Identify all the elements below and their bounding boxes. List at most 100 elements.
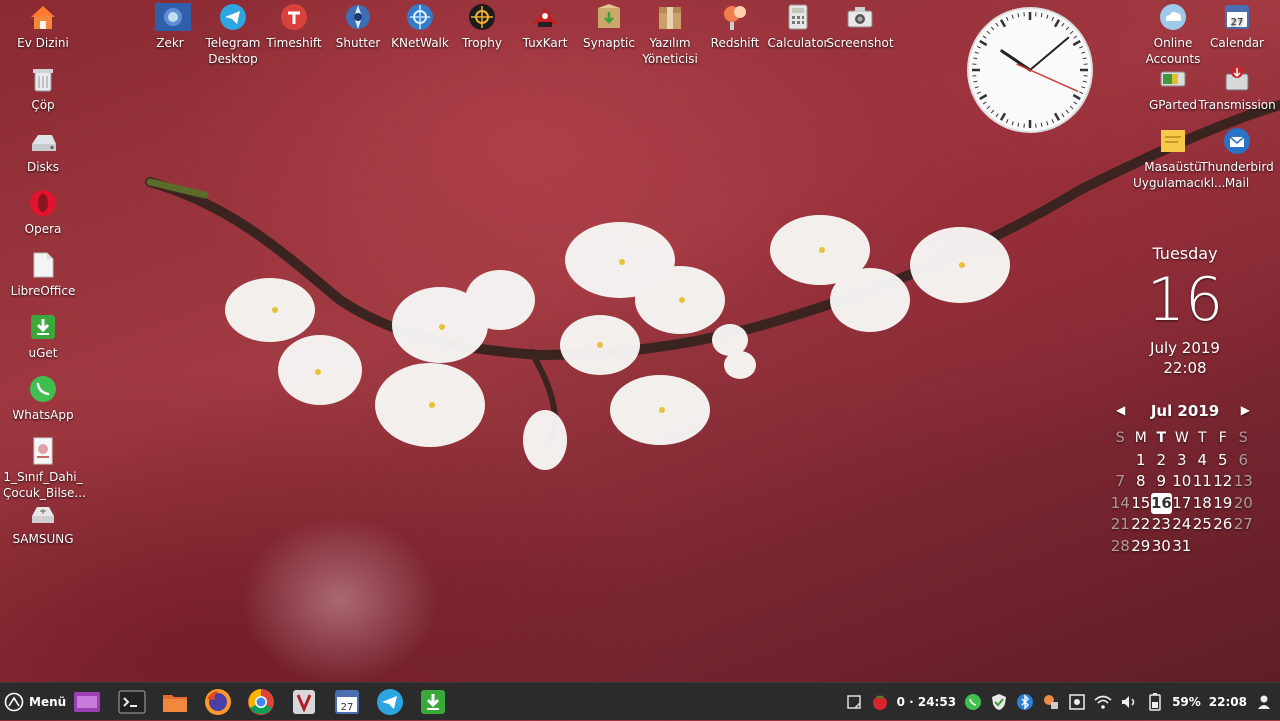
calendar-day[interactable]: 19	[1213, 493, 1234, 515]
svg-text:27: 27	[341, 702, 354, 713]
calendar-day[interactable]: 28	[1110, 536, 1131, 558]
calendar-header: ◀ Jul 2019 ▶	[1110, 402, 1260, 424]
taskbar-clock[interactable]: 22:08	[1209, 695, 1247, 709]
taskbar-launcher-firefox-icon[interactable]	[203, 687, 233, 717]
taskbar-launcher-telegram-icon[interactable]	[375, 687, 405, 717]
screenshot-tray-icon[interactable]	[1067, 692, 1087, 712]
calendar-day[interactable]: 30	[1151, 536, 1172, 558]
date-month-year: July 2019	[1110, 339, 1260, 357]
battery-icon[interactable]	[1145, 692, 1165, 712]
desktop-icon-whatsapp[interactable]: WhatsApp	[3, 374, 83, 423]
calendar-day[interactable]: 2	[1151, 450, 1172, 472]
date-time: 22:08	[1110, 359, 1260, 377]
calendar-day[interactable]: 5	[1213, 450, 1234, 472]
bluetooth-icon[interactable]	[1015, 692, 1035, 712]
pomodoro-timer[interactable]: 0 · 24:53	[897, 695, 956, 709]
whatsapp-tray-icon[interactable]	[963, 692, 983, 712]
calendar-day[interactable]: 6	[1233, 450, 1254, 472]
calendar-day[interactable]: 3	[1172, 450, 1193, 472]
user-icon[interactable]	[1254, 692, 1274, 712]
desktop-icon-drive[interactable]: SAMSUNG	[3, 498, 83, 547]
calendar-day[interactable]: 31	[1172, 536, 1193, 558]
calendar-weekday: M	[1131, 428, 1152, 450]
svg-text:27: 27	[1231, 17, 1244, 28]
volume-icon[interactable]	[1119, 692, 1139, 712]
taskbar-launcher-calendar-icon[interactable]: 27	[332, 687, 362, 717]
camera-icon	[845, 2, 875, 32]
desktop-icon-disks[interactable]: Disks	[3, 126, 83, 175]
calendar-day[interactable]: 26	[1213, 514, 1234, 536]
calendar-next-icon[interactable]: ▶	[1241, 403, 1250, 417]
desktop-icon-opera[interactable]: Opera	[3, 188, 83, 237]
gparted-icon	[1158, 64, 1188, 94]
desktop-icon-label: Opera	[3, 221, 83, 237]
desktop-icon-label: Transmission	[1197, 97, 1277, 113]
taskbar-launcher-vivaldi-icon[interactable]	[289, 687, 319, 717]
desktop-icon-label: SAMSUNG	[3, 531, 83, 547]
calendar-day[interactable]: 27	[1233, 514, 1254, 536]
desktop-icon-label: Disks	[3, 159, 83, 175]
calendar-icon: 27	[1222, 2, 1252, 32]
desktop-icon-calendar[interactable]: 27Calendar	[1197, 2, 1277, 51]
taskbar-launcher-workspace-switcher-icon[interactable]	[72, 687, 102, 717]
analog-clock-widget[interactable]	[966, 6, 1094, 134]
calendar-day[interactable]: 23	[1151, 514, 1172, 536]
desktop-icon-thunderbird[interactable]: Thunderbird Mail	[1197, 126, 1277, 191]
desktop-icon-home-folder[interactable]: Ev Dizini	[3, 2, 83, 51]
desktop-icon-uget[interactable]: uGet	[3, 312, 83, 361]
battery-percentage[interactable]: 59%	[1172, 695, 1201, 709]
timeshift-icon	[279, 2, 309, 32]
thunderbird-icon	[1222, 126, 1252, 156]
disks-icon	[28, 126, 58, 156]
calendar-day[interactable]: 13	[1233, 471, 1254, 493]
update-shield-icon[interactable]	[989, 692, 1009, 712]
notes-icon[interactable]	[844, 692, 864, 712]
desktop-icon-transmission[interactable]: Transmission	[1197, 64, 1277, 113]
calendar-prev-icon[interactable]: ◀	[1116, 403, 1125, 417]
calendar-day[interactable]: 1	[1131, 450, 1152, 472]
home-folder-icon	[28, 2, 58, 32]
taskbar-launcher-chrome-icon[interactable]	[246, 687, 276, 717]
taskbar-launcher-terminal-icon[interactable]	[117, 687, 147, 717]
wifi-icon[interactable]	[1093, 692, 1113, 712]
calendar-today[interactable]: 16	[1151, 493, 1172, 515]
shutter-icon	[343, 2, 373, 32]
desktop-icon-trash[interactable]: Çöp	[3, 64, 83, 113]
calendar-day[interactable]: 14	[1110, 493, 1131, 515]
calendar-day[interactable]: 7	[1110, 471, 1131, 493]
calendar-day[interactable]: 24	[1172, 514, 1193, 536]
desktop-icon-label: Screenshot	[820, 35, 900, 51]
desktop-icon-pdf-file[interactable]: 1_Sınıf_Dahi_ Çocuk_Bilse...	[3, 436, 83, 501]
calendar-day[interactable]: 22	[1131, 514, 1152, 536]
calendar-day[interactable]: 11	[1192, 471, 1213, 493]
telegram-icon	[218, 2, 248, 32]
calendar-day[interactable]: 12	[1213, 471, 1234, 493]
calendar-widget: ◀ Jul 2019 ▶ SMTWTFS12345678910111213141…	[1110, 402, 1260, 557]
calendar-day[interactable]: 10	[1172, 471, 1193, 493]
calendar-day[interactable]: 29	[1131, 536, 1152, 558]
calendar-day[interactable]: 18	[1192, 493, 1213, 515]
calendar-day[interactable]: 17	[1172, 493, 1193, 515]
desktop-icon-document[interactable]: LibreOffice	[3, 250, 83, 299]
menu-button[interactable]: Menü	[4, 689, 66, 715]
trash-icon	[28, 64, 58, 94]
calendar-day[interactable]: 15	[1131, 493, 1152, 515]
desktop-icon-label: Thunderbird Mail	[1197, 159, 1277, 191]
calculator-icon	[783, 2, 813, 32]
calendar-day[interactable]: 21	[1110, 514, 1131, 536]
knetwalk-icon	[405, 2, 435, 32]
calendar-day[interactable]: 4	[1192, 450, 1213, 472]
desktop-icon-camera[interactable]: Screenshot	[820, 2, 900, 51]
calendar-day[interactable]: 20	[1233, 493, 1254, 515]
calendar-weekday: T	[1192, 428, 1213, 450]
calendar-day[interactable]: 9	[1151, 471, 1172, 493]
taskbar-launcher-uget-icon[interactable]	[418, 687, 448, 717]
pomodoro-tomato-icon[interactable]	[870, 692, 890, 712]
calendar-day[interactable]: 8	[1131, 471, 1152, 493]
calendar-title[interactable]: Jul 2019	[1151, 402, 1219, 420]
calendar-day[interactable]: 25	[1192, 514, 1213, 536]
redshift-tray-icon[interactable]	[1041, 692, 1061, 712]
desktop-icon-label: WhatsApp	[3, 407, 83, 423]
whatsapp-icon	[28, 374, 58, 404]
taskbar-launcher-files-icon[interactable]	[160, 687, 190, 717]
